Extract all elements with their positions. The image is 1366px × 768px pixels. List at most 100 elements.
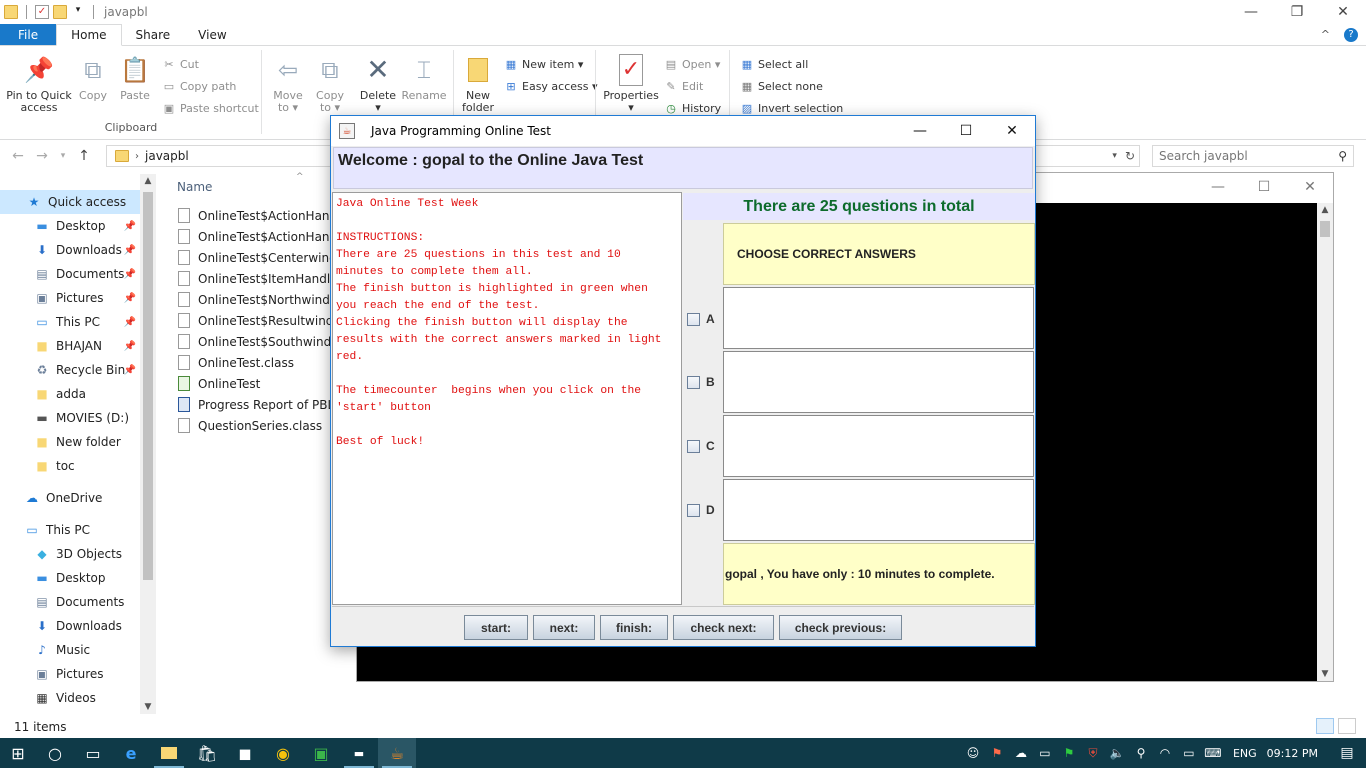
nav-item[interactable]: ■ toc: [0, 454, 140, 478]
option-a-row[interactable]: A: [687, 309, 715, 329]
file-row[interactable]: OnlineTest$ItemHandler.: [178, 268, 348, 289]
nav-item[interactable]: ■ New folder: [0, 430, 140, 454]
nav-item[interactable]: ▤ Documents: [0, 590, 140, 614]
nav-item[interactable]: ☁ OneDrive: [0, 486, 140, 510]
windows-start-icon[interactable]: ⊞: [0, 738, 36, 768]
file-row[interactable]: OnlineTest$Resultwindov: [178, 310, 348, 331]
onedrive-cloud-icon[interactable]: ☁: [1009, 746, 1033, 760]
scroll-thumb[interactable]: [143, 192, 153, 580]
open-button[interactable]: ▤ Open ▾: [664, 57, 721, 71]
history-button[interactable]: ◷ History: [664, 101, 721, 115]
restore-button[interactable]: ❐: [1274, 0, 1320, 24]
easy-access-button[interactable]: ⊞ Easy access ▾: [504, 79, 597, 93]
action-center-icon[interactable]: ▤: [1328, 745, 1366, 761]
app-icon[interactable]: ◼: [226, 738, 264, 768]
nav-item[interactable]: ⬇ Downloads: [0, 614, 140, 638]
close-button[interactable]: ✕: [1320, 0, 1366, 24]
volume-icon[interactable]: 🔈: [1105, 746, 1129, 760]
file-row[interactable]: OnlineTest$Northwindow: [178, 289, 348, 310]
nav-item[interactable]: ▭ This PC 📌: [0, 310, 140, 334]
language-indicator[interactable]: ENG: [1233, 747, 1257, 760]
properties-qat-icon[interactable]: ✓: [35, 5, 49, 19]
cut-button[interactable]: ✂ Cut: [162, 57, 199, 71]
file-row[interactable]: OnlineTest$ActionHandle: [178, 226, 348, 247]
wifi-icon[interactable]: ◠: [1153, 746, 1177, 760]
task-view-icon[interactable]: ▭: [74, 738, 112, 768]
file-row[interactable]: OnlineTest$ActionHandle: [178, 205, 348, 226]
start-button[interactable]: start:: [464, 615, 528, 640]
edge-browser-icon[interactable]: e: [112, 738, 150, 768]
delete-button[interactable]: ✕ Delete ▾: [360, 54, 396, 114]
back-arrow-icon[interactable]: ←: [6, 148, 30, 164]
nav-item[interactable]: ▣ Pictures: [0, 662, 140, 686]
check-next-button[interactable]: check next:: [673, 615, 774, 640]
new-item-button[interactable]: ▦ New item ▾: [504, 57, 584, 71]
background-scrollbar[interactable]: ▲ ▼: [1317, 203, 1333, 681]
tab-share[interactable]: Share: [122, 24, 185, 45]
network-share-icon[interactable]: ▭: [1033, 746, 1057, 760]
usb-icon[interactable]: ⚲: [1129, 746, 1153, 760]
forward-arrow-icon[interactable]: →: [30, 148, 54, 164]
new-folder-qat-icon[interactable]: [53, 5, 67, 19]
search-icon[interactable]: ⚲: [1338, 149, 1347, 163]
clock[interactable]: 09:12 PM: [1267, 747, 1318, 760]
paste-shortcut-button[interactable]: ▣ Paste shortcut: [162, 101, 259, 115]
search-circle-icon[interactable]: ○: [36, 738, 74, 768]
tab-view[interactable]: View: [184, 24, 240, 45]
maximize-button[interactable]: ☐: [1241, 173, 1287, 201]
scroll-down-arrow-icon[interactable]: ▼: [1317, 669, 1333, 679]
search-input[interactable]: Search javapbl ⚲: [1152, 145, 1354, 167]
green-app-icon[interactable]: ▣: [302, 738, 340, 768]
nav-item[interactable]: ▤ Documents 📌: [0, 262, 140, 286]
nav-item[interactable]: ▬ Desktop: [0, 566, 140, 590]
battery-icon[interactable]: ▭: [1177, 746, 1201, 760]
nav-item[interactable]: ■ BHAJAN 📌: [0, 334, 140, 358]
option-d-checkbox[interactable]: [687, 503, 700, 517]
scroll-down-arrow-icon[interactable]: ▼: [140, 702, 156, 712]
tab-file[interactable]: File: [0, 24, 57, 45]
nav-item[interactable]: ▬ Desktop 📌: [0, 214, 140, 238]
file-row[interactable]: OnlineTest$Southwindov: [178, 331, 348, 352]
command-prompt-icon[interactable]: ▬: [340, 738, 378, 768]
file-row[interactable]: OnlineTest: [178, 373, 348, 394]
nav-item[interactable]: ▣ Pictures 📌: [0, 286, 140, 310]
nav-item[interactable]: ▭ This PC: [0, 518, 140, 542]
pin-to-quick-access-button[interactable]: 📌 Pin to Quick access: [6, 54, 72, 114]
nav-item[interactable]: ▦ Videos: [0, 686, 140, 710]
new-folder-button[interactable]: New folder: [460, 54, 496, 114]
nav-item[interactable]: ◆ 3D Objects: [0, 542, 140, 566]
finish-button[interactable]: finish:: [600, 615, 668, 640]
file-row[interactable]: OnlineTest$Centerwindo: [178, 247, 348, 268]
select-all-button[interactable]: ▦ Select all: [740, 57, 809, 71]
copy-path-button[interactable]: ▭ Copy path: [162, 79, 237, 93]
rename-button[interactable]: ⌶ Rename: [400, 54, 448, 102]
maximize-button[interactable]: ☐: [943, 116, 989, 146]
green-flag-icon[interactable]: ⚑: [1057, 746, 1081, 760]
nav-item[interactable]: ⬇ Downloads 📌: [0, 238, 140, 262]
properties-button[interactable]: ✓ Properties ▾: [600, 54, 662, 114]
file-row[interactable]: OnlineTest.class: [178, 352, 348, 373]
security-alert-icon[interactable]: ⚑: [985, 746, 1009, 760]
up-arrow-icon[interactable]: ↑: [72, 148, 96, 164]
file-row[interactable]: QuestionSeries.class: [178, 415, 348, 436]
keyboard-icon[interactable]: ⌨: [1201, 746, 1225, 760]
minimize-button[interactable]: —: [1228, 0, 1274, 24]
close-button[interactable]: ✕: [1287, 173, 1333, 201]
address-dropdown-icon[interactable]: ▾: [1112, 151, 1117, 161]
option-b-checkbox[interactable]: [687, 375, 700, 389]
refresh-icon[interactable]: ↻: [1125, 149, 1135, 163]
scroll-thumb[interactable]: [1320, 221, 1330, 237]
edit-button[interactable]: ✎ Edit: [664, 79, 703, 93]
next-button[interactable]: next:: [533, 615, 595, 640]
recent-locations-icon[interactable]: ▾: [54, 151, 72, 161]
nav-item[interactable]: ▬ MOVIES (D:): [0, 406, 140, 430]
people-icon[interactable]: ☺: [961, 746, 985, 760]
check-previous-button[interactable]: check previous:: [779, 615, 902, 640]
invert-selection-button[interactable]: ▨ Invert selection: [740, 101, 843, 115]
nav-item[interactable]: ♻ Recycle Bin 📌: [0, 358, 140, 382]
customize-qat-icon[interactable]: ▾: [71, 5, 85, 19]
nav-scrollbar[interactable]: ▲ ▼: [140, 174, 156, 714]
store-bag-icon[interactable]: 🛍: [188, 738, 226, 768]
copy-button[interactable]: ⧉ Copy: [76, 54, 110, 102]
scroll-up-arrow-icon[interactable]: ▲: [140, 176, 156, 186]
